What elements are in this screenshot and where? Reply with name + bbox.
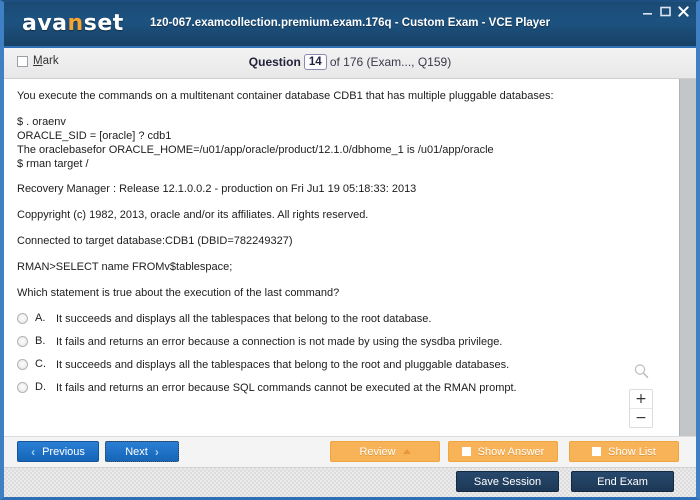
show-answer-button-label: Show Answer [477,445,545,458]
triangle-up-icon [402,449,411,454]
option-letter: C. [35,358,46,370]
question-line-connected: Connected to target database:CDB1 (DBID=… [17,235,293,247]
zoom-out-button[interactable]: − [630,409,652,427]
radio-icon[interactable] [17,359,28,370]
option-letter: A. [35,312,46,324]
radio-icon[interactable] [17,313,28,324]
option-text: It fails and returns an error because SQ… [56,382,517,394]
square-icon [461,447,471,456]
option-text: It succeeds and displays all the tablesp… [56,313,432,325]
question-text-panel: You execute the commands on a multitenan… [4,79,679,436]
next-button[interactable]: Next › [105,441,179,462]
previous-button-label: Previous [42,445,85,458]
close-icon[interactable] [678,6,689,17]
end-exam-button[interactable]: End Exam [571,471,674,492]
question-prompt: Which statement is true about the execut… [17,287,340,299]
radio-icon[interactable] [17,382,28,393]
zoom-buttons: + − [629,389,653,428]
option-text: It succeeds and displays all the tablesp… [56,359,510,371]
show-list-button-label: Show List [608,445,656,458]
show-list-button[interactable]: Show List [569,441,679,462]
question-counter: Question 14 of 176 (Exam..., Q159) [4,54,696,70]
option-text: It fails and returns an error because a … [56,336,503,348]
status-bar: Save Session End Exam [4,467,696,497]
question-number-input[interactable]: 14 [303,54,327,70]
show-answer-button[interactable]: Show Answer [448,441,558,462]
radio-icon[interactable] [17,336,28,347]
question-command-block: $ . oraenv ORACLE_SID = [oracle] ? cdb1 … [17,116,494,170]
square-icon [592,447,602,456]
question-intro: You execute the commands on a multitenan… [17,90,554,102]
question-counter-suffix: of 176 (Exam..., Q159) [329,55,452,69]
answer-options: A. It succeeds and displays all the tabl… [17,312,665,395]
zoom-widget: + − [628,363,654,428]
chevron-left-icon: ‹ [31,444,36,459]
question-header-bar: Mark Question 14 of 176 (Exam..., Q159) [4,48,696,79]
vce-player-window: avanset 1z0-067.examcollection.premium.e… [0,0,700,500]
minimize-icon[interactable] [642,6,653,17]
question-line-rman: RMAN>SELECT name FROMv$tablespace; [17,261,233,273]
zoom-in-button[interactable]: + [630,390,652,409]
save-session-button[interactable]: Save Session [456,471,559,492]
question-counter-prefix: Question [248,55,301,69]
chevron-right-icon: › [154,444,159,459]
previous-button[interactable]: ‹ Previous [17,441,99,462]
answer-option-a[interactable]: A. It succeeds and displays all the tabl… [17,312,665,326]
question-content-area: You execute the commands on a multitenan… [4,79,696,436]
answer-option-d[interactable]: D. It fails and returns an error because… [17,381,665,395]
answer-option-b[interactable]: B. It fails and returns an error because… [17,335,665,349]
magnifier-icon[interactable] [633,363,650,385]
question-line-copyright: Coppyright (c) 1982, 2013, oracle and/or… [17,209,369,221]
question-line-release: Recovery Manager : Release 12.1.0.0.2 - … [17,183,417,195]
maximize-icon[interactable] [660,6,671,17]
review-button-label: Review [359,445,396,458]
next-button-label: Next [125,445,148,458]
option-letter: B. [35,335,46,347]
answer-option-c[interactable]: C. It succeeds and displays all the tabl… [17,358,665,372]
window-title: 1z0-067.examcollection.premium.exam.176q… [149,17,551,29]
window-controls [642,6,689,17]
right-panel-rail [679,79,696,436]
title-bar: avanset 1z0-067.examcollection.premium.e… [4,2,696,48]
review-button[interactable]: Review [330,441,440,462]
option-letter: D. [35,381,46,393]
action-bar: ‹ Previous Next › Review Show Answer Sho… [4,436,696,467]
